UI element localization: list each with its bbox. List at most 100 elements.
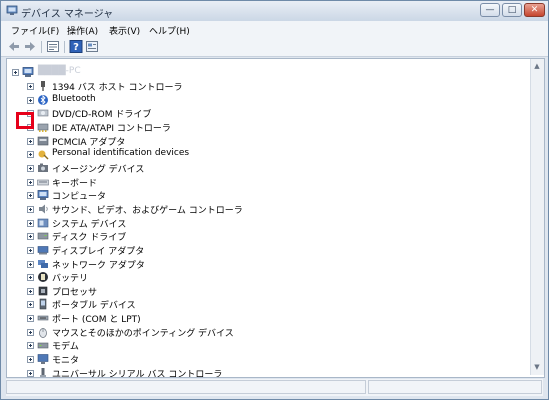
tree-item[interactable]: ディスプレイ アダプタ (7, 243, 527, 257)
back-arrow-icon[interactable] (7, 40, 21, 53)
battery-icon (38, 272, 48, 283)
fingerprint-icon (38, 150, 49, 160)
computer-root-icon (22, 67, 34, 77)
port-icon (37, 315, 49, 321)
bluetooth-icon (38, 94, 48, 105)
tree-item[interactable]: サウンド、ビデオ、およびゲーム コントローラ (7, 202, 527, 216)
expand-toggle[interactable] (27, 315, 34, 323)
status-cell-secondary (368, 380, 542, 394)
highlight-box (16, 112, 34, 129)
disk-drive-icon (37, 232, 49, 240)
expand-toggle[interactable] (27, 192, 34, 200)
tree-item[interactable]: PCMCIA アダプタ (7, 134, 527, 148)
tree-item[interactable]: モデム (7, 338, 527, 352)
usb-icon (40, 367, 46, 377)
tree-item[interactable]: システム デバイス (7, 216, 527, 230)
computer-name: ████-PC (38, 66, 81, 76)
tree-item-label: PCMCIA アダプタ (52, 137, 126, 148)
tree-item-label: ユニバーサル シリアル バス コントローラ (52, 369, 223, 378)
tree-item-label: ポート (COM と LPT) (52, 315, 141, 326)
tree-item-label: DVD/CD-ROM ドライブ (52, 110, 152, 121)
menu-action[interactable]: 操作(A) (67, 24, 98, 37)
tree-item[interactable]: マウスとそのほかのポインティング デバイス (7, 325, 527, 339)
tree-item-label: IDE ATA/ATAPI コントローラ (52, 124, 171, 134)
expand-toggle[interactable] (27, 96, 34, 104)
expand-toggle[interactable] (27, 287, 34, 295)
scroll-down-icon[interactable]: ▼ (533, 363, 541, 371)
tree-item[interactable]: ポータブル デバイス (7, 297, 527, 311)
expand-toggle[interactable] (27, 356, 34, 363)
expand-toggle[interactable] (27, 233, 34, 241)
expand-toggle[interactable] (27, 164, 34, 172)
vertical-scrollbar[interactable]: ▲ ▼ (530, 59, 544, 375)
tree-item-label: マウスとそのほかのポインティング デバイス (52, 328, 234, 339)
title-bar[interactable]: デバイス マネージャ — □ ✕ (1, 1, 548, 21)
expand-toggle[interactable] (27, 274, 34, 282)
device-tree: ████-PC 1394 バス ホスト コントローラ Bluetooth DVD/C… (6, 58, 545, 378)
tree-item-label: Personal identification devices (52, 148, 190, 159)
disc-drive-icon (37, 109, 49, 117)
tree-item-label: バッテリ (52, 274, 89, 285)
tree-item[interactable]: ポート (COM と LPT) (7, 311, 527, 325)
tree-item-label: Bluetooth (52, 93, 96, 104)
tree-item[interactable]: バッテリ (7, 270, 527, 284)
menu-file[interactable]: ファイル(F) (11, 24, 59, 37)
view-icon[interactable] (85, 40, 99, 53)
tree-item[interactable]: モニタ (7, 352, 527, 366)
card-adapter-icon (37, 136, 49, 145)
tree-item[interactable]: ディスク ドライブ (7, 229, 527, 243)
menu-view[interactable]: 表示(V) (109, 24, 140, 37)
expand-toggle[interactable] (27, 246, 34, 254)
camera-icon (38, 163, 48, 172)
collapse-toggle[interactable] (12, 69, 19, 76)
tree-item[interactable]: DVD/CD-ROM ドライブ (7, 106, 527, 120)
menu-help[interactable]: ヘルプ(H) (149, 24, 190, 37)
tree-item[interactable]: Bluetooth (7, 93, 527, 107)
expand-toggle[interactable] (27, 137, 34, 145)
tree-item[interactable]: 1394 バス ホスト コントローラ (7, 79, 527, 93)
close-button[interactable]: ✕ (524, 3, 545, 17)
keyboard-icon (37, 179, 49, 185)
help-icon[interactable]: ? (69, 40, 83, 53)
expand-toggle[interactable] (27, 219, 34, 227)
mouse-icon (39, 327, 47, 338)
status-bar (6, 379, 543, 396)
status-cell-main (6, 380, 366, 394)
tree-item[interactable]: ネットワーク アダプタ (7, 257, 527, 271)
network-adapter-icon (38, 259, 48, 268)
expand-toggle[interactable] (27, 260, 34, 268)
device-manager-window: デバイス マネージャ — □ ✕ ファイル(F) 操作(A) 表示(V) ヘルプ… (0, 0, 549, 400)
tree-item-label: ディスク ドライブ (52, 233, 127, 244)
tree-item-label: キーボード (52, 178, 98, 189)
tree-item[interactable]: ユニバーサル シリアル バス コントローラ (7, 366, 527, 378)
expand-toggle[interactable] (27, 205, 34, 213)
display-adapter-icon (37, 245, 49, 255)
computer-icon (37, 190, 49, 201)
scroll-up-icon[interactable]: ▲ (533, 62, 541, 70)
window-title: デバイス マネージャ (21, 9, 114, 20)
expand-toggle[interactable] (27, 328, 34, 336)
tree-item[interactable]: IDE ATA/ATAPI コントローラ (7, 120, 527, 134)
maximize-button[interactable]: □ (502, 3, 522, 17)
monitor-icon (37, 354, 49, 364)
forward-arrow-icon[interactable] (23, 40, 37, 53)
tree-item[interactable]: イメージング デバイス (7, 161, 527, 175)
tree-item[interactable]: プロセッサ (7, 284, 527, 298)
tree-root-row[interactable]: ████-PC (7, 65, 527, 79)
expand-toggle[interactable] (27, 369, 34, 377)
expand-toggle[interactable] (27, 151, 34, 159)
tree-item[interactable]: コンピュータ (7, 188, 527, 202)
tree-item-label: ポータブル デバイス (52, 301, 136, 312)
plug-icon (41, 81, 45, 91)
expand-toggle[interactable] (27, 178, 34, 186)
processor-icon (38, 286, 48, 296)
tree-item[interactable]: キーボード (7, 175, 527, 189)
system-device-icon (37, 218, 49, 227)
properties-icon[interactable] (46, 40, 60, 53)
expand-toggle[interactable] (27, 83, 34, 90)
expand-toggle[interactable] (27, 342, 34, 350)
expand-toggle[interactable] (27, 301, 34, 309)
tree-item[interactable]: Personal identification devices (7, 147, 527, 161)
minimize-button[interactable]: — (480, 3, 500, 17)
tree-item-label: コンピュータ (52, 192, 107, 203)
